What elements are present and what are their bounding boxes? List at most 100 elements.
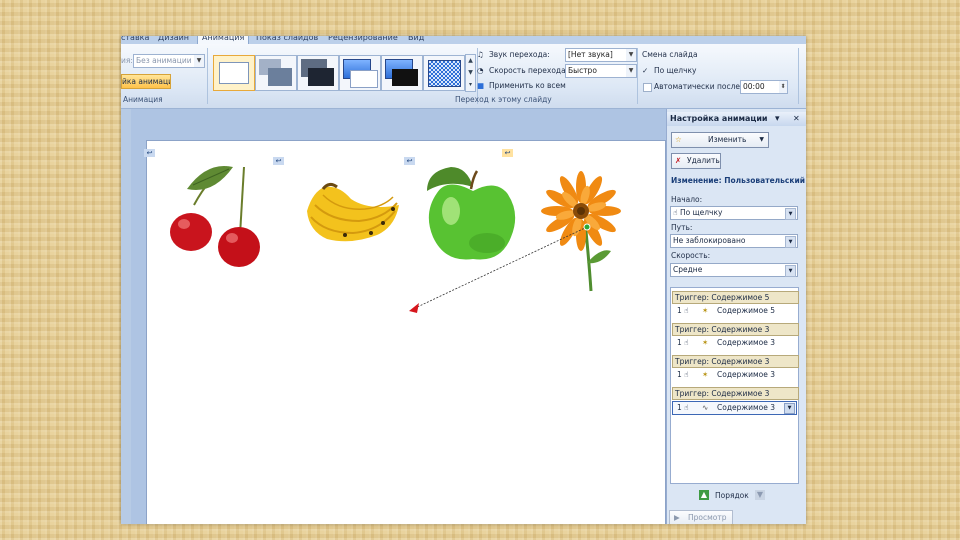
apply-all-icon: ■ <box>477 81 485 90</box>
effect-label: Содержимое 3 <box>717 403 776 412</box>
transition-cut-thumb[interactable] <box>339 55 381 91</box>
effect-number: 1 <box>677 338 682 347</box>
chevron-down-icon: ▼ <box>759 136 764 143</box>
path-value: Не заблокировано <box>673 236 746 245</box>
gallery-scroll[interactable]: ▲ ▼ ▾ <box>465 54 476 92</box>
mouse-icon: ☝ <box>684 338 689 347</box>
pane-header: Настройка анимации ▾ ✕ <box>667 112 806 126</box>
cherries-image[interactable] <box>170 165 260 267</box>
animation-combo[interactable]: Без анимации ▼ <box>133 54 205 68</box>
trigger-header[interactable]: Триггер: Содержимое 3 <box>672 387 799 400</box>
change-effect-label: Изменить <box>708 135 747 144</box>
green-apple-image[interactable] <box>427 167 516 260</box>
list-item[interactable]: 1 ☝ ✶ Содержимое 5 <box>672 305 795 317</box>
remove-effect-label: Удалить <box>687 156 720 165</box>
slide-graphics <box>170 165 621 313</box>
animation-group-caption: Анимация <box>123 95 163 104</box>
play-icon: ▶ <box>674 513 680 522</box>
animation-combo-value: Без анимации <box>136 56 192 65</box>
effect-label: Содержимое 3 <box>717 370 776 379</box>
chevron-down-icon: ▼ <box>626 65 636 77</box>
tab-insert[interactable]: ставка <box>121 36 149 44</box>
move-up-icon[interactable]: ▲ <box>699 490 709 500</box>
effect-number: 1 <box>677 306 682 315</box>
tab-design[interactable]: Дизайн <box>158 36 189 44</box>
spinner-icon: ⬍ <box>779 81 787 93</box>
effect-label: Содержимое 5 <box>717 306 776 315</box>
transition-fade-black-thumb[interactable] <box>297 55 339 91</box>
bananas-image[interactable] <box>307 182 399 242</box>
delete-icon: ✗ <box>675 156 682 165</box>
group-divider <box>637 48 638 104</box>
trigger-header[interactable]: Триггер: Содержимое 3 <box>672 355 799 368</box>
speaker-icon: ♫ <box>477 50 484 59</box>
list-item[interactable]: 1 ☝ ✶ Содержимое 3 <box>672 337 795 349</box>
tab-slideshow[interactable]: Показ слайдов <box>256 36 318 44</box>
tab-review[interactable]: Рецензирование <box>328 36 398 44</box>
close-icon[interactable]: ✕ <box>793 112 800 126</box>
effect-star-icon: ✶ <box>702 370 709 379</box>
effect-number: 1 <box>677 370 682 379</box>
apply-to-all-button[interactable]: Применить ко всем <box>489 81 566 90</box>
auto-advance-time[interactable]: 00:00 ⬍ <box>740 80 788 94</box>
chevron-down-icon[interactable]: ▼ <box>784 403 795 414</box>
change-effect-button[interactable]: ☆ Изменить ▼ <box>671 132 769 148</box>
transition-sound-value: [Нет звука] <box>568 50 613 59</box>
transition-none-thumb[interactable] <box>213 55 255 91</box>
trigger-header[interactable]: Триггер: Содержимое 5 <box>672 291 799 304</box>
move-down-icon[interactable]: ▼ <box>755 490 765 500</box>
preview-label: Просмотр <box>688 513 727 522</box>
speed-combo[interactable]: Средне ▼ <box>670 263 798 277</box>
advance-slide-title: Смена слайда <box>642 50 698 59</box>
start-combo[interactable]: ☝ По щелчку ▼ <box>670 206 798 220</box>
mouse-icon: ☝ <box>673 208 678 217</box>
tab-view[interactable]: Вид <box>408 36 424 44</box>
effect-number: 1 <box>677 403 682 412</box>
chevron-down-icon: ▼ <box>626 49 636 61</box>
chevron-down-icon: ▼ <box>194 55 204 67</box>
speed-icon: ◔ <box>477 66 484 75</box>
on-click-checkbox[interactable]: ✓ <box>642 66 648 75</box>
auto-advance-checkbox[interactable] <box>643 83 652 92</box>
pane-menu-icon[interactable]: ▾ <box>775 112 780 126</box>
auto-advance-time-value: 00:00 <box>743 82 765 91</box>
auto-advance-label: Автоматически после: <box>654 82 743 91</box>
transition-cut-black-thumb[interactable] <box>381 55 423 91</box>
list-item-selected[interactable]: 1 ☝ ∿ Содержимое 3 ▼ <box>672 401 797 415</box>
mouse-icon: ☝ <box>684 403 689 412</box>
speed-value: Средне <box>673 265 703 274</box>
path-label: Путь: <box>671 223 693 232</box>
reorder-label: Порядок <box>715 491 749 500</box>
speed-label: Скорость: <box>671 251 711 260</box>
preview-button[interactable]: ▶ Просмотр <box>669 510 733 524</box>
effect-star-icon: ✶ <box>702 306 709 315</box>
vertical-ruler <box>121 109 131 524</box>
change-info: Изменение: Пользовательский <box>671 176 805 185</box>
start-label: Начало: <box>671 195 703 204</box>
ribbon: ия: Без анимации ▼ йка анимации Анимация <box>121 44 806 109</box>
custom-animation-pane: Настройка анимации ▾ ✕ ☆ Изменить ▼ ✗ Уд… <box>666 109 806 524</box>
mouse-icon: ☝ <box>684 370 689 379</box>
list-item[interactable]: 1 ☝ ✶ Содержимое 3 <box>672 369 795 381</box>
start-value: По щелчку <box>679 208 723 217</box>
transition-dissolve-thumb[interactable] <box>423 55 465 91</box>
motion-path-icon: ∿ <box>702 403 709 412</box>
trigger-header[interactable]: Триггер: Содержимое 3 <box>672 323 799 336</box>
transition-speed-combo[interactable]: Быстро ▼ <box>565 64 637 78</box>
gerbera-flower-image[interactable] <box>541 171 621 292</box>
tab-animation[interactable]: Анимация <box>197 36 250 44</box>
effect-label: Содержимое 3 <box>717 338 776 347</box>
chevron-down-icon: ▼ <box>785 236 796 248</box>
powerpoint-window: ставка Дизайн Анимация Показ слайдов Рец… <box>121 36 806 524</box>
effect-star-icon: ✶ <box>702 338 709 347</box>
mouse-icon: ☝ <box>684 306 689 315</box>
chevron-down-icon: ▼ <box>785 208 796 220</box>
transition-speed-label: Скорость перехода: <box>489 66 569 75</box>
remove-effect-button[interactable]: ✗ Удалить <box>671 153 721 169</box>
path-combo[interactable]: Не заблокировано ▼ <box>670 234 798 248</box>
ribbon-tabs: ставка Дизайн Анимация Показ слайдов Рец… <box>121 36 806 44</box>
transition-sound-combo[interactable]: [Нет звука] ▼ <box>565 48 637 62</box>
custom-animation-button[interactable]: йка анимации <box>121 74 171 89</box>
transition-fade-thumb[interactable] <box>255 55 297 91</box>
slide-canvas[interactable]: ↩ ↩ ↩ ↩ <box>144 140 666 524</box>
